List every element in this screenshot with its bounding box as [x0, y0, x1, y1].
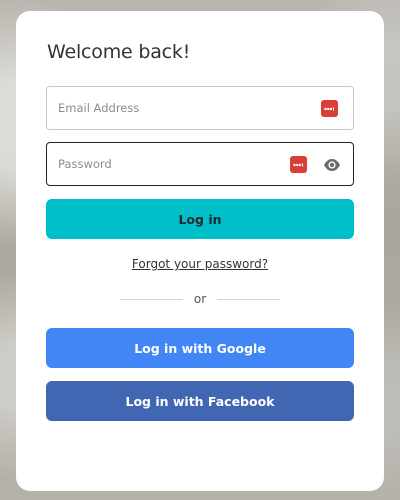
password-field [46, 142, 354, 186]
password-manager-icon[interactable] [290, 156, 307, 173]
or-divider: or [120, 290, 280, 308]
facebook-login-button[interactable]: Log in with Facebook [46, 381, 354, 421]
show-password-eye-icon[interactable] [323, 157, 341, 171]
email-input[interactable] [47, 87, 353, 129]
forgot-password-row: Forgot your password? [16, 253, 384, 272]
password-input[interactable] [47, 143, 353, 185]
divider-line [217, 299, 280, 300]
login-card: Welcome back! Email Address Log in Forgo… [16, 11, 384, 491]
login-button[interactable]: Log in [46, 199, 354, 239]
forgot-password-link[interactable]: Forgot your password? [132, 257, 268, 271]
page-title: Welcome back! [47, 41, 191, 63]
password-manager-icon[interactable] [321, 100, 338, 117]
email-field [46, 86, 354, 130]
google-login-button[interactable]: Log in with Google [46, 328, 354, 368]
